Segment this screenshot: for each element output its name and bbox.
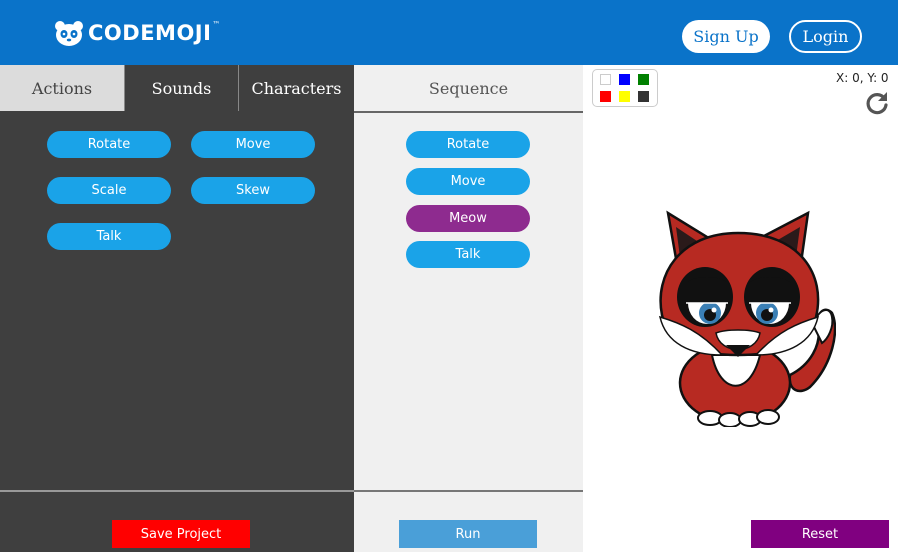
action-move-block[interactable]: Move: [191, 131, 315, 158]
sequence-title: Sequence: [354, 65, 583, 111]
sequence-item-talk[interactable]: Talk: [406, 241, 530, 268]
color-swatch-red[interactable]: [600, 91, 611, 102]
color-swatch-green[interactable]: [638, 74, 649, 85]
sign-up-button[interactable]: Sign Up: [682, 20, 770, 53]
color-swatch-blue[interactable]: [619, 74, 630, 85]
brand-name: CODEMOJI: [88, 21, 212, 45]
color-swatch-white[interactable]: [600, 74, 611, 85]
color-swatch-yellow[interactable]: [619, 91, 630, 102]
reset-button[interactable]: Reset: [751, 520, 889, 548]
tab-actions[interactable]: Actions: [0, 65, 124, 111]
action-talk-block[interactable]: Talk: [47, 223, 171, 250]
action-scale-block[interactable]: Scale: [47, 177, 171, 204]
save-project-button[interactable]: Save Project: [112, 520, 250, 548]
sequence-item-meow[interactable]: Meow: [406, 205, 530, 232]
fox-character[interactable]: [650, 205, 836, 427]
login-button[interactable]: Login: [789, 20, 862, 53]
refresh-icon[interactable]: [864, 90, 890, 116]
color-swatch-dark-gray[interactable]: [638, 91, 649, 102]
sequence-item-move[interactable]: Move: [406, 168, 530, 195]
action-skew-block[interactable]: Skew: [191, 177, 315, 204]
coordinates-readout: X: 0, Y: 0: [836, 71, 889, 85]
sequence-item-rotate[interactable]: Rotate: [406, 131, 530, 158]
actions-panel: [0, 111, 354, 490]
run-button[interactable]: Run: [399, 520, 537, 548]
trademark-mark: ™: [212, 20, 221, 29]
tab-characters[interactable]: Characters: [238, 65, 354, 111]
action-rotate-block[interactable]: Rotate: [47, 131, 171, 158]
codemoji-logo[interactable]: CODEMOJI ™: [54, 20, 220, 46]
color-palette: [592, 69, 658, 107]
panda-logo-icon: [55, 21, 83, 46]
top-bar: CODEMOJI ™ Sign Up Login: [0, 0, 898, 65]
tab-sounds[interactable]: Sounds: [124, 65, 238, 111]
